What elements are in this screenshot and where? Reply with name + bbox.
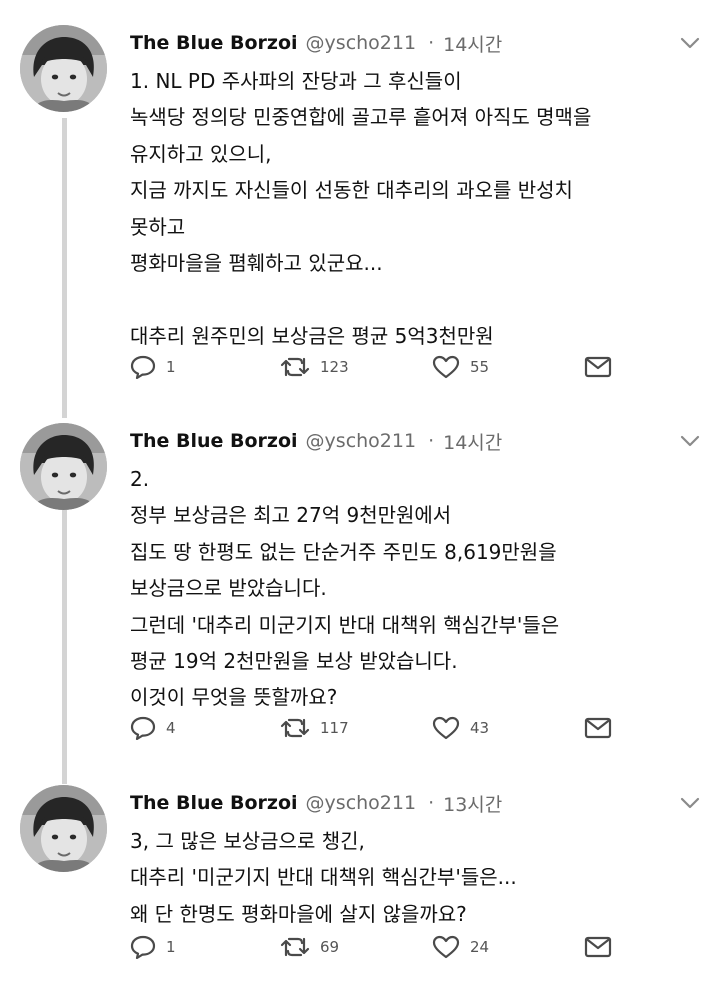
timestamp[interactable]: 13시간 <box>443 790 502 817</box>
tweet-text: 2. 정부 보상금은 최고 27억 9천만원에서집도 땅 한평도 없는 단순거주 … <box>130 461 690 716</box>
retweet-icon <box>280 717 310 739</box>
retweet-count: 123 <box>320 358 349 376</box>
tweet-text-line: 대추리 원주민의 보상금은 평균 5억3천만원 <box>130 323 494 348</box>
tweet-text-line: 녹색당 정의당 민중연합에 골고루 흩어져 아직도 명맥을 <box>130 105 592 130</box>
reply-icon <box>130 716 156 740</box>
reply-count: 1 <box>166 358 176 376</box>
reply-count: 1 <box>166 938 176 956</box>
retweet-icon <box>280 356 310 378</box>
tweet-text-line: 정부 보상금은 최고 27억 9천만원에서 <box>130 503 452 528</box>
tweet-text-line <box>130 281 690 317</box>
tweet-header: The Blue Borzoi @yscho211 · 14시간 <box>130 25 502 61</box>
reply-count: 4 <box>166 719 176 737</box>
user-handle[interactable]: @yscho211 <box>306 430 417 452</box>
like-count: 24 <box>470 938 490 956</box>
direct-message-icon <box>584 717 612 739</box>
tweet-text: 1. NL PD 주사파의 잔당과 그 후신들이녹색당 정의당 민중연합에 골고… <box>130 63 690 354</box>
tweet-text-line: 지금 까지도 자신들이 선동한 대추리의 과오를 반성치 <box>130 178 573 203</box>
retweet-button[interactable]: 123 <box>280 350 349 384</box>
retweet-count: 69 <box>320 938 340 956</box>
timestamp[interactable]: 14시간 <box>443 428 502 455</box>
tweet-header: The Blue Borzoi @yscho211 · 13시간 <box>130 785 502 821</box>
tweet-text-line: 집도 땅 한평도 없는 단순거주 주민도 8,619만원을 <box>130 539 557 564</box>
retweet-button[interactable]: 69 <box>280 930 339 964</box>
tweet-text-line: 유지하고 있으니, <box>130 141 272 166</box>
avatar[interactable] <box>20 25 107 112</box>
tweet-text-line: 3, 그 많은 보상금으로 챙긴, <box>130 829 365 853</box>
chevron-down-icon[interactable] <box>676 791 704 815</box>
retweet-icon <box>280 936 310 958</box>
direct-message-button[interactable] <box>584 350 612 384</box>
like-icon <box>432 935 460 959</box>
separator-dot: · <box>428 430 435 452</box>
separator-dot: · <box>428 792 435 814</box>
like-count: 43 <box>470 719 490 737</box>
direct-message-button[interactable] <box>584 711 612 745</box>
like-count: 55 <box>470 358 490 376</box>
like-button[interactable]: 43 <box>432 711 489 745</box>
tweet-actions: 4 117 43 <box>130 711 620 745</box>
tweet-text-line: 2. <box>130 467 150 491</box>
direct-message-icon <box>584 936 612 958</box>
user-handle[interactable]: @yscho211 <box>306 32 417 54</box>
tweet-actions: 1 123 55 <box>130 350 620 384</box>
tweet-text-line: 1. NL PD 주사파의 잔당과 그 후신들이 <box>130 69 462 93</box>
reply-button[interactable]: 4 <box>130 711 176 745</box>
tweet-text-line: 보상금으로 받았습니다. <box>130 576 327 601</box>
timestamp[interactable]: 14시간 <box>443 30 502 57</box>
tweet-text-line: 대추리 '미군기지 반대 대책위 핵심간부'들은... <box>130 865 517 890</box>
tweet[interactable]: The Blue Borzoi @yscho211 · 14시간 2. 정부 보상금은 최… <box>0 423 720 751</box>
tweet-text-line: 평화마을을 폄훼하고 있군요... <box>130 251 383 276</box>
avatar[interactable] <box>20 423 107 510</box>
reply-icon <box>130 355 156 379</box>
avatar[interactable] <box>20 785 107 872</box>
reply-button[interactable]: 1 <box>130 350 176 384</box>
retweet-button[interactable]: 117 <box>280 711 349 745</box>
like-button[interactable]: 55 <box>432 350 489 384</box>
tweet-actions: 1 69 24 <box>130 930 620 964</box>
tweet[interactable]: The Blue Borzoi @yscho211 · 14시간 1. NL PD 주사… <box>0 25 720 390</box>
like-button[interactable]: 24 <box>432 930 489 964</box>
tweet-text-line: 못하고 <box>130 214 186 239</box>
chevron-down-icon[interactable] <box>676 429 704 453</box>
retweet-count: 117 <box>320 719 349 737</box>
tweet-text-line: 평균 19억 2천만원을 보상 받았습니다. <box>130 649 458 674</box>
tweet[interactable]: The Blue Borzoi @yscho211 · 13시간 3, 그 많은 보상금… <box>0 785 720 970</box>
tweet-text-line: 그런데 '대추리 미군기지 반대 대책위 핵심간부'들은 <box>130 612 560 637</box>
tweet-header: The Blue Borzoi @yscho211 · 14시간 <box>130 423 502 459</box>
tweet-text-line: 왜 단 한명도 평화마을에 살지 않을까요? <box>130 901 467 926</box>
reply-button[interactable]: 1 <box>130 930 176 964</box>
separator-dot: · <box>428 32 435 54</box>
tweet-text: 3, 그 많은 보상금으로 챙긴, 대추리 '미군기지 반대 대책위 핵심간부'들… <box>130 823 690 932</box>
direct-message-icon <box>584 356 612 378</box>
display-name[interactable]: The Blue Borzoi <box>130 430 298 452</box>
like-icon <box>432 716 460 740</box>
user-handle[interactable]: @yscho211 <box>306 792 417 814</box>
display-name[interactable]: The Blue Borzoi <box>130 792 298 814</box>
display-name[interactable]: The Blue Borzoi <box>130 32 298 54</box>
reply-icon <box>130 935 156 959</box>
chevron-down-icon[interactable] <box>676 31 704 55</box>
like-icon <box>432 355 460 379</box>
direct-message-button[interactable] <box>584 930 612 964</box>
